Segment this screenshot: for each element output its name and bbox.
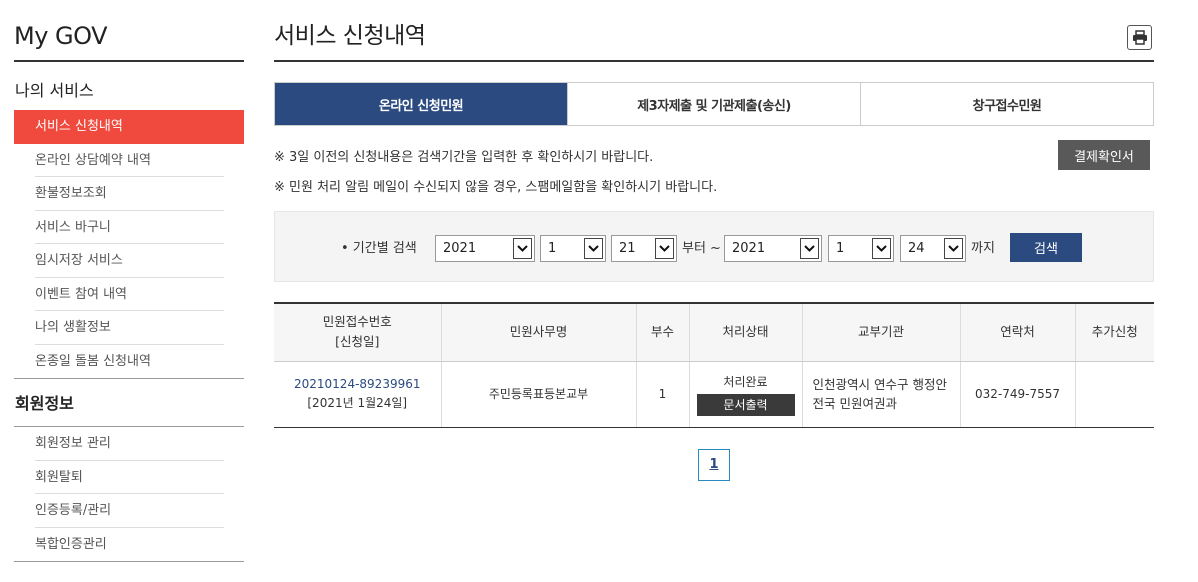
from-day-select[interactable]: 21 bbox=[611, 235, 677, 262]
print-button[interactable] bbox=[1127, 25, 1152, 50]
to-year-select[interactable]: 2021 bbox=[724, 235, 822, 262]
cell-copies: 1 bbox=[635, 361, 689, 428]
tab-third-party-submission[interactable]: 제3자제출 및 기관제출(송신) bbox=[567, 83, 860, 125]
chevron-down-icon bbox=[584, 238, 603, 259]
cell-service: 주민등록표등본교부 bbox=[440, 361, 636, 428]
tab-online-application[interactable]: 온라인 신청민원 bbox=[275, 83, 567, 125]
col-header-copies: 부수 bbox=[635, 302, 689, 362]
period-search-label: • 기간별 검색 bbox=[341, 241, 417, 256]
application-date: [2021년 1월24일] bbox=[307, 396, 408, 410]
tab-counter-application[interactable]: 창구접수민원 bbox=[860, 83, 1153, 125]
col-header-date-label: [신청일] bbox=[335, 334, 380, 350]
sidebar-item-multi-auth[interactable]: 복합인증관리 bbox=[14, 528, 244, 562]
cell-status: 처리완료 문서출력 bbox=[688, 361, 802, 428]
from-day-value: 21 bbox=[619, 241, 636, 256]
page-number-current[interactable]: 1 bbox=[698, 448, 730, 481]
period-search-box: • 기간별 검색 2021 1 21 부터 ~ 2021 1 24 까지 검색 bbox=[274, 211, 1154, 282]
to-day-value: 24 bbox=[908, 241, 925, 256]
from-year-value: 2021 bbox=[443, 241, 477, 256]
main-content: 서비스 신청내역 온라인 신청민원 제3자제출 및 기관제출(송신) 창구접수민… bbox=[274, 0, 1154, 481]
sidebar-item-service-history[interactable]: 서비스 신청내역 bbox=[14, 110, 244, 144]
application-table: 민원접수번호 [신청일] 민원사무명 부수 처리상태 교부기관 연락처 추가신청… bbox=[274, 302, 1154, 428]
from-year-select[interactable]: 2021 bbox=[435, 235, 535, 262]
table-header-row: 민원접수번호 [신청일] 민원사무명 부수 처리상태 교부기관 연락처 추가신청 bbox=[274, 302, 1154, 362]
col-header-service: 민원사무명 bbox=[440, 302, 636, 362]
pagination: 1 bbox=[274, 448, 1154, 481]
to-month-value: 1 bbox=[836, 241, 845, 256]
sidebar-item-care-application[interactable]: 온종일 돌봄 신청내역 bbox=[14, 345, 244, 379]
tab-bar: 온라인 신청민원 제3자제출 및 기관제출(송신) 창구접수민원 bbox=[274, 82, 1154, 126]
from-month-value: 1 bbox=[548, 241, 557, 256]
col-header-phone: 연락처 bbox=[959, 302, 1075, 362]
table-row: 20210124-89239961 [2021년 1월24일] 주민등록표등본교… bbox=[274, 361, 1154, 428]
col-header-status: 처리상태 bbox=[688, 302, 802, 362]
page-title-wrap: 서비스 신청내역 bbox=[274, 0, 1154, 62]
sidebar: My GOV 나의 서비스 서비스 신청내역 온라인 상담예약 내역 환불정보조… bbox=[14, 0, 244, 562]
print-document-button[interactable]: 문서출력 bbox=[696, 393, 795, 416]
my-services-menu: 서비스 신청내역 온라인 상담예약 내역 환불정보조회 서비스 바구니 임시저장… bbox=[14, 110, 244, 379]
chevron-down-icon bbox=[513, 238, 532, 259]
sidebar-item-consult-reservation[interactable]: 온라인 상담예약 내역 bbox=[14, 144, 244, 178]
page-title: 서비스 신청내역 bbox=[274, 23, 426, 49]
cell-receipt: 20210124-89239961 [2021년 1월24일] bbox=[274, 361, 441, 428]
col-header-extra: 추가신청 bbox=[1074, 302, 1154, 362]
payment-confirmation-button[interactable]: 결제확인서 bbox=[1058, 140, 1150, 170]
sidebar-item-member-manage[interactable]: 회원정보 관리 bbox=[14, 427, 244, 461]
sidebar-item-cert-register[interactable]: 인증등록/관리 bbox=[14, 494, 244, 528]
col-header-receipt-no-label: 민원접수번호 bbox=[322, 314, 392, 330]
from-text: 부터 ~ bbox=[682, 241, 721, 256]
sidebar-item-event-history[interactable]: 이벤트 참여 내역 bbox=[14, 278, 244, 312]
member-info-menu: 회원정보 관리 회원탈퇴 인증등록/관리 복합인증관리 bbox=[14, 427, 244, 562]
brand-title[interactable]: My GOV bbox=[14, 0, 244, 62]
printer-icon bbox=[1132, 30, 1147, 45]
receipt-number-link[interactable]: 20210124-89239961 bbox=[294, 377, 421, 391]
chevron-down-icon bbox=[655, 238, 674, 259]
col-header-receipt-no: 민원접수번호 [신청일] bbox=[274, 302, 441, 362]
to-month-select[interactable]: 1 bbox=[828, 235, 894, 262]
chevron-down-icon bbox=[872, 238, 891, 259]
cell-org: 인천광역시 연수구 행정안 전국 민원여권과 bbox=[801, 361, 960, 428]
sidebar-item-withdraw[interactable]: 회원탈퇴 bbox=[14, 461, 244, 495]
section-title-my-services: 나의 서비스 bbox=[15, 81, 94, 100]
notice-area: ※ 3일 이전의 신청내용은 검색기간을 입력한 후 확인하시기 바랍니다. ※… bbox=[274, 140, 1154, 206]
cell-extra bbox=[1074, 361, 1154, 428]
sidebar-item-service-basket[interactable]: 서비스 바구니 bbox=[14, 211, 244, 245]
search-button[interactable]: 검색 bbox=[1010, 233, 1082, 262]
to-day-select[interactable]: 24 bbox=[900, 235, 966, 262]
col-header-org: 교부기관 bbox=[801, 302, 960, 362]
sidebar-item-refund-info[interactable]: 환불정보조회 bbox=[14, 177, 244, 211]
section-title-member-info: 회원정보 bbox=[14, 379, 244, 427]
org-line-1: 인천광역시 연수구 행정안 bbox=[812, 377, 947, 392]
to-text: 까지 bbox=[971, 241, 995, 256]
org-line-2: 전국 민원여권과 bbox=[812, 396, 897, 411]
sidebar-item-life-info[interactable]: 나의 생활정보 bbox=[14, 311, 244, 345]
cell-phone: 032-749-7557 bbox=[959, 361, 1075, 428]
sidebar-item-temp-saved[interactable]: 임시저장 서비스 bbox=[14, 244, 244, 278]
status-text: 처리완료 bbox=[723, 374, 768, 389]
from-month-select[interactable]: 1 bbox=[540, 235, 606, 262]
chevron-down-icon bbox=[944, 238, 963, 259]
chevron-down-icon bbox=[800, 238, 819, 259]
notice-search-period: ※ 3일 이전의 신청내용은 검색기간을 입력한 후 확인하시기 바랍니다. bbox=[274, 150, 654, 165]
to-year-value: 2021 bbox=[732, 241, 766, 256]
notice-spam-mail: ※ 민원 처리 알림 메일이 수신되지 않을 경우, 스팸메일함을 확인하시기 … bbox=[274, 180, 718, 195]
